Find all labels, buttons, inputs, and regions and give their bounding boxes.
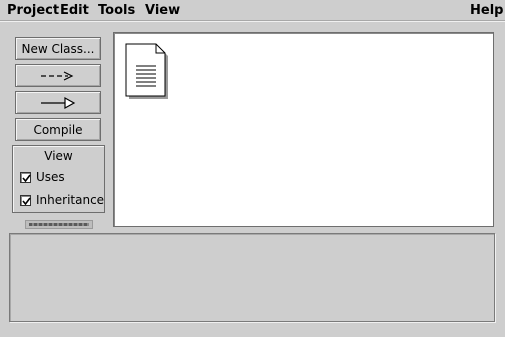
new-uses-arrow-button[interactable] (15, 64, 101, 87)
menu-project[interactable]: Project (7, 3, 59, 18)
inheritance-checkbox-row[interactable]: Inheritance (20, 193, 104, 207)
view-options-panel: View Uses Inheritance (12, 145, 105, 213)
hollow-arrow-icon (41, 96, 76, 109)
menu-bar: Project Edit Tools View Help (0, 0, 505, 21)
checkmark-icon (22, 174, 31, 182)
menu-tools[interactable]: Tools (98, 3, 135, 18)
activity-stripes (29, 223, 89, 226)
menu-separator (0, 21, 505, 22)
checkmark-icon (22, 197, 31, 205)
machine-activity-indicator (25, 220, 93, 229)
menu-help[interactable]: Help (470, 3, 503, 18)
uses-checkbox[interactable] (20, 171, 31, 183)
uses-label: Uses (36, 170, 65, 184)
inheritance-checkbox[interactable] (20, 194, 31, 206)
view-panel-title: View (44, 149, 73, 163)
menu-edit[interactable]: Edit (60, 3, 89, 18)
menu-view[interactable]: View (145, 3, 180, 18)
class-diagram-canvas[interactable] (113, 32, 494, 227)
new-class-button[interactable]: New Class... (15, 37, 101, 60)
inheritance-label: Inheritance (36, 193, 105, 207)
new-inheritance-arrow-button[interactable] (15, 91, 101, 114)
compile-button[interactable]: Compile (15, 118, 101, 141)
message-area (9, 233, 495, 322)
readme-document-icon[interactable] (125, 42, 170, 100)
uses-checkbox-row[interactable]: Uses (20, 170, 65, 184)
dashed-arrow-icon (41, 70, 74, 81)
